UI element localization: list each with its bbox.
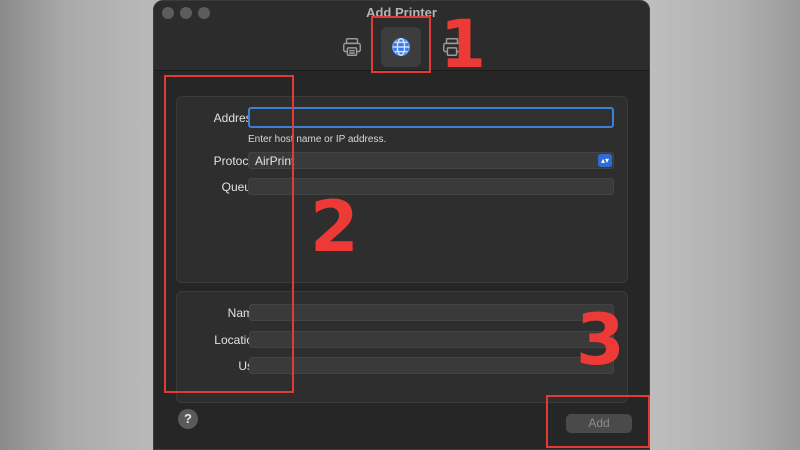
annotation-number-3: 3 <box>576 299 625 381</box>
address-input[interactable] <box>248 107 614 128</box>
protocol-select[interactable]: AirPrint ▴▾ <box>248 152 614 169</box>
location-input[interactable] <box>249 331 614 348</box>
help-button[interactable]: ? <box>178 409 198 429</box>
annotation-number-2: 2 <box>310 186 359 268</box>
annotation-box-1 <box>371 16 431 73</box>
annotation-box-3 <box>546 395 650 448</box>
annotation-box-2 <box>164 75 294 393</box>
printer-icon <box>343 38 361 56</box>
tab-default-printer[interactable] <box>332 27 372 67</box>
use-select[interactable] <box>249 357 614 374</box>
annotation-number-1: 1 <box>440 6 486 83</box>
chevron-updown-icon: ▴▾ <box>598 154 612 167</box>
queue-input[interactable] <box>248 178 614 195</box>
name-input[interactable] <box>249 304 614 321</box>
